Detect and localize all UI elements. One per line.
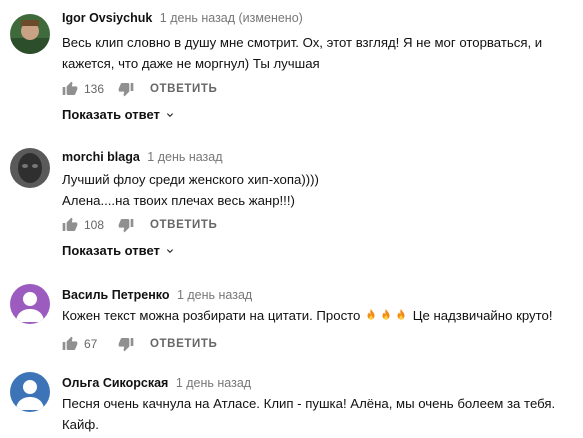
- comment-text-line: Лучший флоу среди женского хип-хопа)))): [62, 172, 319, 187]
- comment-text: Песня очень качнула на Атласе. Клип - пу…: [62, 396, 556, 432]
- comment-actions: 136 ОТВЕТИТЬ: [62, 79, 217, 99]
- comment-text-line: Алена....на твоих плечах весь жанр!!!): [62, 193, 295, 208]
- reply-button[interactable]: ОТВЕТИТЬ: [150, 83, 217, 95]
- show-replies-button[interactable]: Показать ответ: [62, 107, 176, 122]
- thumb-up-icon[interactable]: [62, 81, 78, 97]
- comment-timestamp[interactable]: 1 день назад: [177, 288, 252, 302]
- chevron-down-icon: [166, 248, 173, 253]
- thumb-up-icon[interactable]: [62, 217, 78, 233]
- comment-header: Igor Ovsiychuk 1 день назад (изменено): [62, 11, 303, 25]
- avatar-photo-icon: [10, 148, 50, 188]
- author-name[interactable]: morchi blaga: [62, 150, 140, 164]
- comment-timestamp[interactable]: 1 день назад: [147, 150, 222, 164]
- comment-text-part: Кожен текст можна розбирати на цитати. П…: [62, 308, 365, 323]
- comment-text: Весь клип словно в душу мне смотрит. Ох,…: [62, 35, 543, 71]
- author-name[interactable]: Василь Петренко: [62, 288, 169, 302]
- person-icon: [10, 284, 50, 324]
- show-replies-label: Показать ответ: [62, 107, 160, 122]
- person-icon: [10, 372, 50, 412]
- thumb-down-icon[interactable]: [118, 81, 134, 97]
- fire-icon: [367, 308, 375, 320]
- like-count: 67: [84, 337, 98, 351]
- comment-header: Ольга Сикорская 1 день назад: [62, 376, 251, 390]
- fire-icon: [382, 308, 390, 320]
- avatar[interactable]: [10, 148, 50, 188]
- avatar-photo-icon: [10, 14, 50, 54]
- comment-actions: 108 ОТВЕТИТЬ: [62, 215, 217, 235]
- author-name[interactable]: Igor Ovsiychuk: [62, 11, 152, 25]
- thumb-up-icon[interactable]: [62, 336, 78, 352]
- like-count: 108: [84, 218, 105, 232]
- fire-icon: [397, 308, 405, 320]
- reply-button[interactable]: ОТВЕТИТЬ: [150, 338, 217, 350]
- reply-button[interactable]: ОТВЕТИТЬ: [150, 219, 217, 231]
- comment-header: Василь Петренко 1 день назад: [62, 288, 252, 302]
- show-replies-button[interactable]: Показать ответ: [62, 243, 176, 258]
- avatar[interactable]: [10, 284, 50, 324]
- comment-text-part: Це надзвичайно круто!: [409, 308, 553, 323]
- show-replies-label: Показать ответ: [62, 243, 160, 258]
- comment-actions: 67 ОТВЕТИТЬ: [62, 334, 217, 354]
- thumb-down-icon[interactable]: [118, 336, 134, 352]
- comment-header: morchi blaga 1 день назад: [62, 150, 223, 164]
- comment-text: Кожен текст можна розбирати на цитати. П…: [62, 305, 582, 326]
- like-count: 136: [84, 82, 105, 96]
- comment-timestamp[interactable]: 1 день назад (изменено): [160, 11, 303, 25]
- avatar[interactable]: [10, 372, 50, 412]
- avatar[interactable]: [10, 14, 50, 54]
- author-name[interactable]: Ольга Сикорская: [62, 376, 168, 390]
- comment-text: Лучший флоу среди женского хип-хопа)))) …: [62, 169, 572, 211]
- chevron-down-icon: [166, 112, 173, 117]
- thumb-down-icon[interactable]: [118, 217, 134, 233]
- comment-timestamp[interactable]: 1 день назад: [176, 376, 251, 390]
